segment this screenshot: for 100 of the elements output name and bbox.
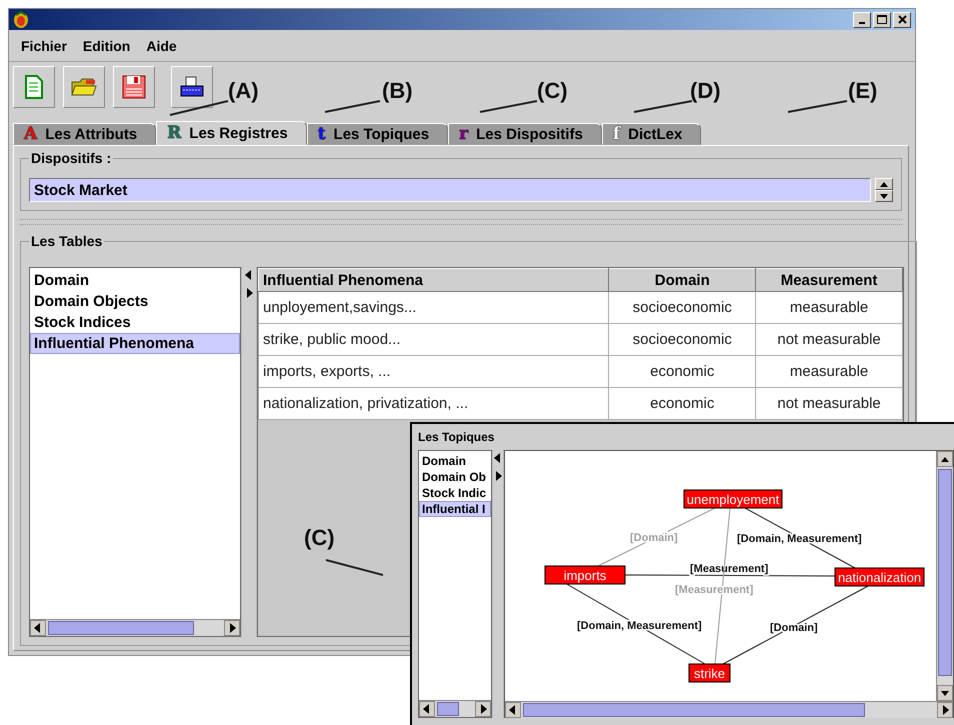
edge-label: [Measurement] — [690, 563, 768, 575]
list-item[interactable]: Influential I — [419, 501, 491, 517]
up-arrow-icon — [941, 456, 949, 462]
right-arrow-icon — [941, 705, 949, 715]
list-item[interactable]: Stock Indic — [419, 485, 491, 501]
table-cell: not measurable — [756, 388, 902, 420]
list-item[interactable]: Domain — [30, 270, 240, 291]
tab-glyph-icon: R — [167, 123, 182, 143]
leader-line — [480, 101, 537, 112]
table-cell: imports, exports, ... — [258, 356, 609, 388]
table-cell: not measurable — [756, 324, 902, 356]
list-item[interactable]: Domain — [419, 453, 491, 469]
scroll-right-button[interactable] — [224, 620, 240, 636]
group-title: Les Tables — [30, 233, 104, 249]
annotation-label: (E) — [848, 78, 878, 104]
list-item[interactable]: Stock Indices — [30, 312, 240, 333]
save-button[interactable] — [113, 66, 155, 108]
table-cell: economic — [608, 388, 756, 420]
table-cell: measurable — [756, 292, 902, 324]
maximize-icon — [877, 15, 887, 24]
leader-line — [788, 101, 847, 112]
annotation-label: (D) — [690, 78, 721, 104]
left-arrow-icon — [245, 270, 253, 280]
column-header[interactable]: Influential Phenomena — [258, 268, 609, 292]
menu-item[interactable]: Edition — [74, 38, 138, 54]
up-arrow-icon — [880, 182, 888, 186]
annotation-label: (B) — [382, 78, 413, 104]
graph-node[interactable]: unemployement — [684, 490, 782, 508]
table-cell: strike, public mood... — [258, 324, 609, 356]
scroll-down-button[interactable] — [937, 685, 953, 701]
right-arrow-icon — [245, 288, 253, 298]
scroll-left-button[interactable] — [30, 620, 46, 636]
graph-node[interactable]: imports — [544, 566, 626, 584]
menu-item[interactable]: Aide — [138, 38, 185, 54]
tab[interactable]: r Les Dispositifs — [448, 123, 602, 145]
scrollbar-thumb[interactable] — [523, 703, 865, 717]
scrollbar-thumb[interactable] — [48, 621, 194, 635]
right-arrow-icon — [494, 471, 502, 481]
spin-down-button[interactable] — [875, 190, 893, 202]
tab-glyph-icon: r — [459, 124, 468, 144]
table-cell: measurable — [756, 356, 902, 388]
list-item[interactable]: Influential Phenomena — [30, 333, 240, 354]
menu-item[interactable]: Fichier — [13, 38, 75, 54]
annotation-label: (C) — [304, 525, 335, 551]
print-button[interactable] — [171, 66, 213, 108]
tab-glyph-icon: t — [318, 124, 326, 144]
horizontal-scrollbar[interactable] — [30, 619, 240, 636]
scrollbar-thumb[interactable] — [437, 702, 459, 716]
table-cell: economic — [608, 356, 756, 388]
leader-line — [325, 101, 380, 112]
group-title: Dispositifs : — [30, 150, 112, 166]
leader-line — [326, 560, 383, 575]
table-cell: socioeconomic — [608, 324, 756, 356]
list-item[interactable]: Domain Objects — [30, 291, 240, 312]
scroll-left-button[interactable] — [505, 702, 521, 718]
left-arrow-icon — [423, 704, 431, 714]
new-document-button[interactable] — [13, 66, 55, 108]
tab[interactable]: t Les Topiques — [306, 123, 448, 145]
tab[interactable]: f DictLex — [602, 123, 702, 145]
tab[interactable]: R Les Registres — [156, 121, 307, 145]
scroll-left-button[interactable] — [419, 701, 435, 717]
app-logo-icon — [13, 10, 29, 29]
folder-icon — [71, 78, 97, 96]
horizontal-scrollbar[interactable] — [419, 700, 491, 717]
document-icon — [25, 74, 43, 99]
leader-line — [170, 101, 228, 115]
down-arrow-icon — [880, 194, 888, 198]
scrollbar-thumb[interactable] — [938, 469, 952, 676]
scroll-right-button[interactable] — [475, 701, 491, 717]
minimize-icon — [859, 22, 865, 24]
spin-up-button[interactable] — [875, 178, 893, 190]
close-button[interactable] — [893, 12, 911, 28]
column-header[interactable]: Measurement — [756, 268, 902, 292]
panel-title: Les Topiques — [418, 430, 496, 444]
tab-glyph-icon: f — [612, 124, 620, 144]
down-arrow-icon — [941, 690, 949, 696]
tab[interactable]: A Les Attributs — [13, 123, 156, 145]
graph-node[interactable]: strike — [688, 664, 730, 682]
left-arrow-icon — [34, 623, 42, 633]
horizontal-scrollbar[interactable] — [505, 701, 953, 718]
right-arrow-icon — [479, 704, 487, 714]
column-header[interactable]: Domain — [608, 268, 756, 292]
scroll-up-button[interactable] — [937, 451, 953, 467]
printer-icon — [180, 76, 204, 98]
minimize-button[interactable] — [853, 12, 871, 28]
left-arrow-icon — [494, 453, 502, 463]
tab-glyph-icon: A — [24, 124, 38, 144]
table-cell: socioeconomic — [608, 292, 756, 324]
open-folder-button[interactable] — [63, 66, 105, 108]
maximize-button[interactable] — [873, 12, 891, 28]
right-arrow-icon — [228, 623, 236, 633]
vertical-scrollbar[interactable] — [936, 451, 953, 701]
list-item[interactable]: Domain Ob — [419, 469, 491, 485]
dispositif-spinner-field[interactable]: Stock Market — [29, 178, 871, 202]
annotation-label: (C) — [537, 78, 568, 104]
close-icon — [898, 15, 906, 24]
annotation-label: (A) — [228, 78, 259, 104]
left-arrow-icon — [509, 705, 517, 715]
graph-node[interactable]: nationalization — [834, 568, 924, 586]
scroll-right-button[interactable] — [937, 702, 953, 718]
